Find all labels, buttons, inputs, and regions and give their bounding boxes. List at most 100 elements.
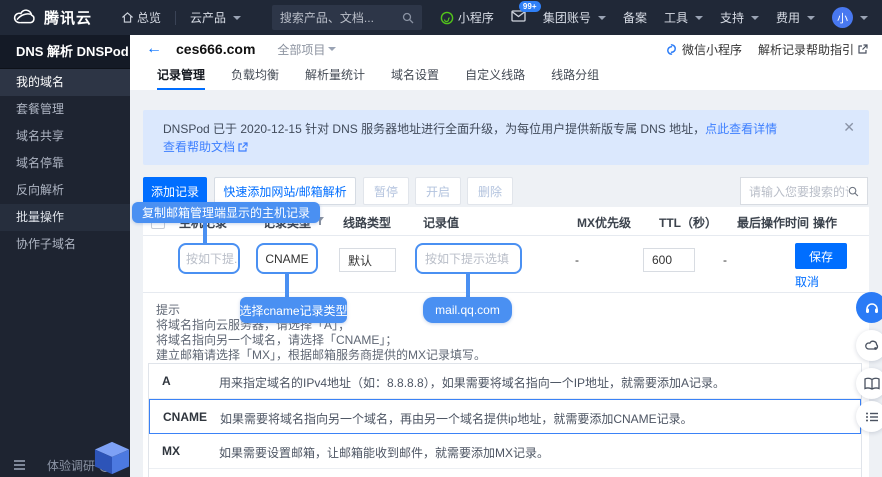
tab-resolution-stats[interactable]: 解析量统计 (305, 62, 365, 90)
tencent-cloud-logo[interactable]: 腾讯云 (12, 7, 92, 28)
ttl-input[interactable]: 600 (643, 248, 695, 272)
record-type-row-mx[interactable]: MX 如果需要设置邮箱，让邮箱能收到邮件，就需要添加MX记录。 (149, 434, 861, 469)
add-record-button[interactable]: 添加记录 (143, 177, 207, 205)
nav-overview[interactable]: 总览 (122, 9, 161, 26)
chevron-down-icon (751, 16, 759, 20)
record-type-row-cname[interactable]: CNAME 如果需要将域名指向另一个域名，再由另一个域名提供ip地址，就需要添加… (149, 399, 861, 434)
record-type-row-a[interactable]: A 用来指定域名的IPv4地址（如：8.8.8.8），如果需要将域名指向一个IP… (149, 364, 861, 399)
page-header: ← ces666.com 全部项目 微信小程序 解析记录帮助指引 (130, 35, 882, 90)
chevron-down-icon (328, 47, 336, 51)
tips-line: 建立邮箱请选择「MX」，根据邮箱服务商提供的MX记录填写。 (156, 348, 486, 363)
record-search-input[interactable]: 请输入您要搜索的记录 (740, 177, 868, 205)
feedback-button[interactable] (856, 330, 882, 361)
brand-name: 腾讯云 (44, 7, 92, 28)
tips-line: 将域名指向另一个域名，请选择「CNAME」； (156, 333, 486, 348)
quick-add-button[interactable]: 快速添加网站/邮箱解析 (214, 177, 356, 205)
banner-detail-link[interactable]: 点此查看详情 (705, 122, 777, 136)
top-nav-bar: 腾讯云 总览 云产品 搜索产品、文档... 小程序 99+ 集团账号 备案 工具 (0, 0, 882, 35)
external-link-icon (238, 142, 248, 152)
nav-tools[interactable]: 工具 (664, 9, 703, 26)
col-mx: MX优先级 (577, 214, 631, 231)
support-chat-button[interactable] (856, 292, 882, 323)
sidebar: DNS 解析 DNSPod 我的域名 套餐管理 域名共享 域名停靠 反向解析 批… (0, 35, 130, 477)
help-guide-link[interactable]: 解析记录帮助指引 (758, 41, 868, 58)
record-type-table: A 用来指定域名的IPv4地址（如：8.8.8.8），如果需要将域名指向一个IP… (148, 363, 862, 477)
project-selector[interactable]: 全部项目 (277, 41, 336, 58)
feedback-cloud-icon (864, 338, 880, 354)
close-icon[interactable]: ✕ (843, 119, 855, 136)
collapse-sidebar-icon[interactable] (14, 460, 25, 470)
docs-button[interactable] (856, 368, 882, 399)
nav-divider (175, 11, 176, 25)
banner-doc-link[interactable]: 查看帮助文档 (163, 138, 235, 155)
pause-button[interactable]: 暂停 (363, 177, 409, 205)
record-type-tooltip: 选择cname记录类型 (240, 297, 347, 323)
host-record-input[interactable]: 按如下提... (178, 243, 240, 274)
delete-button[interactable]: 删除 (467, 177, 513, 205)
upgrade-notice-banner: DNSPod 已于 2020-12-15 针对 DNS 服务器地址进行全面升级，… (143, 110, 869, 165)
record-edit-row: 按如下提... CNAME 默认 按如下提示选填 - 600 - 保存 取消 (143, 235, 869, 293)
nav-mini-program[interactable]: 小程序 (440, 9, 494, 26)
line-type-select[interactable]: 默认 (339, 248, 396, 272)
cancel-button[interactable]: 取消 (795, 273, 819, 290)
host-record-tooltip: 复制邮箱管理端显示的主机记录 (132, 202, 320, 223)
last-op-value: - (723, 253, 727, 267)
header-links: 微信小程序 解析记录帮助指引 (665, 41, 868, 58)
avatar: 小 (832, 7, 853, 28)
chevron-down-icon (695, 16, 703, 20)
col-line: 线路类型 (343, 214, 391, 231)
sidebar-item-my-domains[interactable]: 我的域名 (0, 69, 130, 96)
record-value-tooltip: mail.qq.com (423, 297, 512, 323)
tab-line-groups[interactable]: 线路分组 (551, 62, 599, 90)
back-button[interactable]: ← (146, 40, 162, 58)
search-icon (848, 185, 859, 198)
mini-program-icon (440, 11, 454, 25)
domain-header-row: ← ces666.com 全部项目 微信小程序 解析记录帮助指引 (130, 35, 882, 63)
book-icon (864, 377, 880, 391)
tab-load-balancing[interactable]: 负载均衡 (231, 62, 279, 90)
cloud-logo-icon (12, 9, 38, 26)
nav-products-menu[interactable]: 云产品 (190, 9, 241, 26)
sidebar-title: DNS 解析 DNSPod (0, 35, 130, 69)
tab-bar: 记录管理 负载均衡 解析量统计 域名设置 自定义线路 线路分组 (130, 62, 599, 90)
nav-messages[interactable]: 99+ (511, 10, 526, 25)
col-last-op: 最后操作时间 (737, 214, 809, 231)
col-ttl: TTL（秒） (659, 214, 717, 231)
enable-button[interactable]: 开启 (415, 177, 461, 205)
sidebar-item-plan-management[interactable]: 套餐管理 (0, 96, 130, 123)
nav-support[interactable]: 支持 (720, 9, 759, 26)
wechat-miniprogram-link[interactable]: 微信小程序 (665, 41, 742, 58)
nav-billing[interactable]: 费用 (776, 9, 815, 26)
record-type-input[interactable]: CNAME (256, 243, 318, 274)
nav-beian[interactable]: 备案 (623, 9, 647, 26)
home-icon (122, 12, 133, 23)
chevron-down-icon (233, 16, 241, 20)
sidebar-item-collaborative-subdomains[interactable]: 协作子域名 (0, 231, 130, 258)
wechat-miniprogram-icon (665, 43, 678, 56)
tooltip-connector-line (285, 274, 289, 298)
chevron-down-icon (807, 16, 815, 20)
tab-domain-settings[interactable]: 域名设置 (391, 62, 439, 90)
list-icon (865, 411, 879, 423)
user-menu[interactable]: 小 (832, 7, 868, 28)
search-icon (402, 12, 414, 24)
chevron-down-icon (860, 16, 868, 20)
top-nav-right: 小程序 99+ 集团账号 备案 工具 支持 费用 小 (440, 7, 868, 28)
global-search-input[interactable]: 搜索产品、文档... (272, 5, 422, 30)
save-button[interactable]: 保存 (795, 243, 847, 269)
nav-group-account[interactable]: 集团账号 (543, 9, 606, 26)
decoration-cube (90, 440, 134, 477)
col-value: 记录值 (423, 214, 459, 231)
sidebar-footer: 体验调研 › (0, 453, 130, 477)
tab-record-management[interactable]: 记录管理 (157, 62, 205, 90)
dnspod-console: 腾讯云 总览 云产品 搜索产品、文档... 小程序 99+ 集团账号 备案 工具 (0, 0, 882, 477)
record-type-row-txt[interactable]: TXT 在这里可以填写任何东西，长度限制255。绝大多数的TXT记录是用来做SP… (149, 469, 861, 477)
tab-custom-lines[interactable]: 自定义线路 (465, 62, 525, 90)
sidebar-item-domain-parking[interactable]: 域名停靠 (0, 150, 130, 177)
sidebar-item-batch-operations[interactable]: 批量操作 (0, 204, 130, 231)
record-value-input[interactable]: 按如下提示选填 (415, 243, 522, 274)
main-content: ← ces666.com 全部项目 微信小程序 解析记录帮助指引 (130, 35, 882, 477)
sidebar-item-reverse-dns[interactable]: 反向解析 (0, 177, 130, 204)
survey-button[interactable] (856, 401, 882, 432)
sidebar-item-domain-sharing[interactable]: 域名共享 (0, 123, 130, 150)
